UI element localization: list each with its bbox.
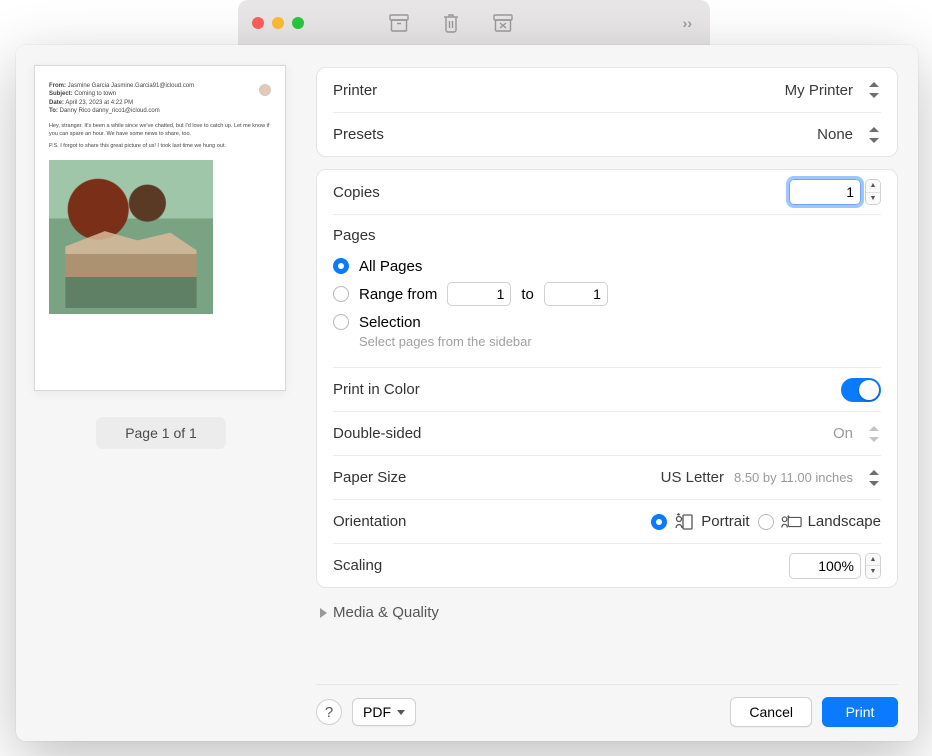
printer-presets-card: Printer My Printer Presets None: [316, 67, 898, 157]
radio-icon: [333, 286, 349, 302]
copies-input[interactable]: [789, 179, 861, 205]
scaling-label: Scaling: [333, 557, 382, 574]
print-in-color-row: Print in Color: [333, 367, 881, 411]
minimize-window-button[interactable]: [272, 17, 284, 29]
pages-all-label: All Pages: [359, 258, 422, 275]
double-sided-row[interactable]: Double-sided On: [333, 411, 881, 455]
orientation-landscape-option[interactable]: Landscape: [758, 513, 881, 531]
presets-label: Presets: [333, 126, 384, 143]
copies-stepper[interactable]: ▲▼: [865, 179, 881, 205]
media-quality-label: Media & Quality: [333, 604, 439, 621]
preview-from: Jasmine Garcia Jasmine.Garcia91@icloud.c…: [68, 83, 194, 89]
paper-size-dims: 8.50 by 11.00 inches: [734, 470, 853, 485]
preview-date: April 23, 2023 at 4:22 PM: [65, 100, 133, 106]
preview-pane: From: Jasmine Garcia Jasmine.Garcia91@ic…: [16, 45, 306, 741]
pages-range-option[interactable]: Range from to: [333, 280, 881, 308]
preview-photo: [49, 160, 213, 314]
preview-subject: Coming to town: [74, 91, 116, 97]
junk-icon[interactable]: [492, 12, 514, 34]
print-options-card: Copies ▲▼ Pages All Pages Range from: [316, 169, 898, 588]
close-window-button[interactable]: [252, 17, 264, 29]
pages-selection-hint: Select pages from the sidebar: [359, 334, 881, 349]
printer-value: My Printer: [785, 82, 853, 99]
print-in-color-toggle[interactable]: [841, 378, 881, 402]
pages-selection-label: Selection: [359, 314, 421, 331]
dialog-footer: ? PDF Cancel Print: [316, 684, 898, 727]
orientation-landscape-label: Landscape: [808, 513, 881, 530]
paper-size-value: US Letter: [661, 469, 724, 486]
parent-window-toolbar: ››: [238, 0, 710, 45]
landscape-icon: [780, 513, 802, 531]
presets-value: None: [817, 126, 853, 143]
radio-icon: [333, 314, 349, 330]
copies-row: Copies ▲▼: [333, 170, 881, 214]
preview-page: From: Jasmine Garcia Jasmine.Garcia91@ic…: [34, 65, 286, 391]
avatar-icon: [259, 84, 271, 96]
radio-icon: [758, 514, 774, 530]
pages-label: Pages: [333, 227, 881, 244]
pages-range-to-label: to: [521, 286, 534, 303]
range-to-input[interactable]: [544, 282, 608, 306]
pdf-label: PDF: [363, 704, 391, 720]
popup-arrows-icon: [867, 82, 881, 98]
archive-icon[interactable]: [388, 12, 410, 34]
pdf-menu-button[interactable]: PDF: [352, 698, 416, 726]
chevron-right-icon: [320, 608, 327, 618]
pages-range-prefix: Range from: [359, 286, 437, 303]
chevron-down-icon: [397, 710, 405, 715]
popup-arrows-icon: [867, 426, 881, 442]
popup-arrows-icon: [867, 127, 881, 143]
preview-subject-label: Subject:: [49, 91, 73, 97]
media-quality-disclosure[interactable]: Media & Quality: [316, 588, 898, 627]
preview-to: Danny Rico danny_rico1@icloud.com: [60, 108, 160, 114]
preview-body-2: P.S. I forgot to share this great pictur…: [49, 142, 271, 150]
paper-size-row[interactable]: Paper Size US Letter 8.50 by 11.00 inche…: [333, 455, 881, 499]
preview-to-label: To:: [49, 108, 58, 114]
pages-all-option[interactable]: All Pages: [333, 252, 881, 280]
double-sided-label: Double-sided: [333, 425, 421, 442]
print-dialog: From: Jasmine Garcia Jasmine.Garcia91@ic…: [16, 45, 918, 741]
printer-label: Printer: [333, 82, 377, 99]
printer-row[interactable]: Printer My Printer: [333, 68, 881, 112]
orientation-row: Orientation Portrait: [333, 499, 881, 543]
preview-from-label: From:: [49, 83, 66, 89]
overflow-icon[interactable]: ››: [683, 15, 692, 31]
range-from-input[interactable]: [447, 282, 511, 306]
copies-label: Copies: [333, 184, 380, 201]
zoom-window-button[interactable]: [292, 17, 304, 29]
orientation-portrait-label: Portrait: [701, 513, 749, 530]
cancel-button[interactable]: Cancel: [730, 697, 812, 727]
double-sided-value: On: [833, 425, 853, 442]
scaling-input[interactable]: [789, 553, 861, 579]
page-indicator: Page 1 of 1: [96, 417, 226, 449]
presets-row[interactable]: Presets None: [333, 112, 881, 156]
print-button[interactable]: Print: [822, 697, 898, 727]
scaling-row: Scaling ▲▼: [333, 543, 881, 587]
portrait-icon: [673, 513, 695, 531]
orientation-portrait-option[interactable]: Portrait: [651, 513, 749, 531]
paper-size-label: Paper Size: [333, 469, 406, 486]
print-in-color-label: Print in Color: [333, 381, 420, 398]
radio-icon: [651, 514, 667, 530]
pages-selection-option[interactable]: Selection: [333, 308, 881, 336]
help-button[interactable]: ?: [316, 699, 342, 725]
trash-icon[interactable]: [440, 12, 462, 34]
radio-icon: [333, 258, 349, 274]
preview-body-1: Hey, stranger. It's been a while since w…: [49, 122, 271, 139]
popup-arrows-icon: [867, 470, 881, 486]
orientation-label: Orientation: [333, 513, 406, 530]
window-controls: [252, 17, 304, 29]
scaling-stepper[interactable]: ▲▼: [865, 553, 881, 579]
